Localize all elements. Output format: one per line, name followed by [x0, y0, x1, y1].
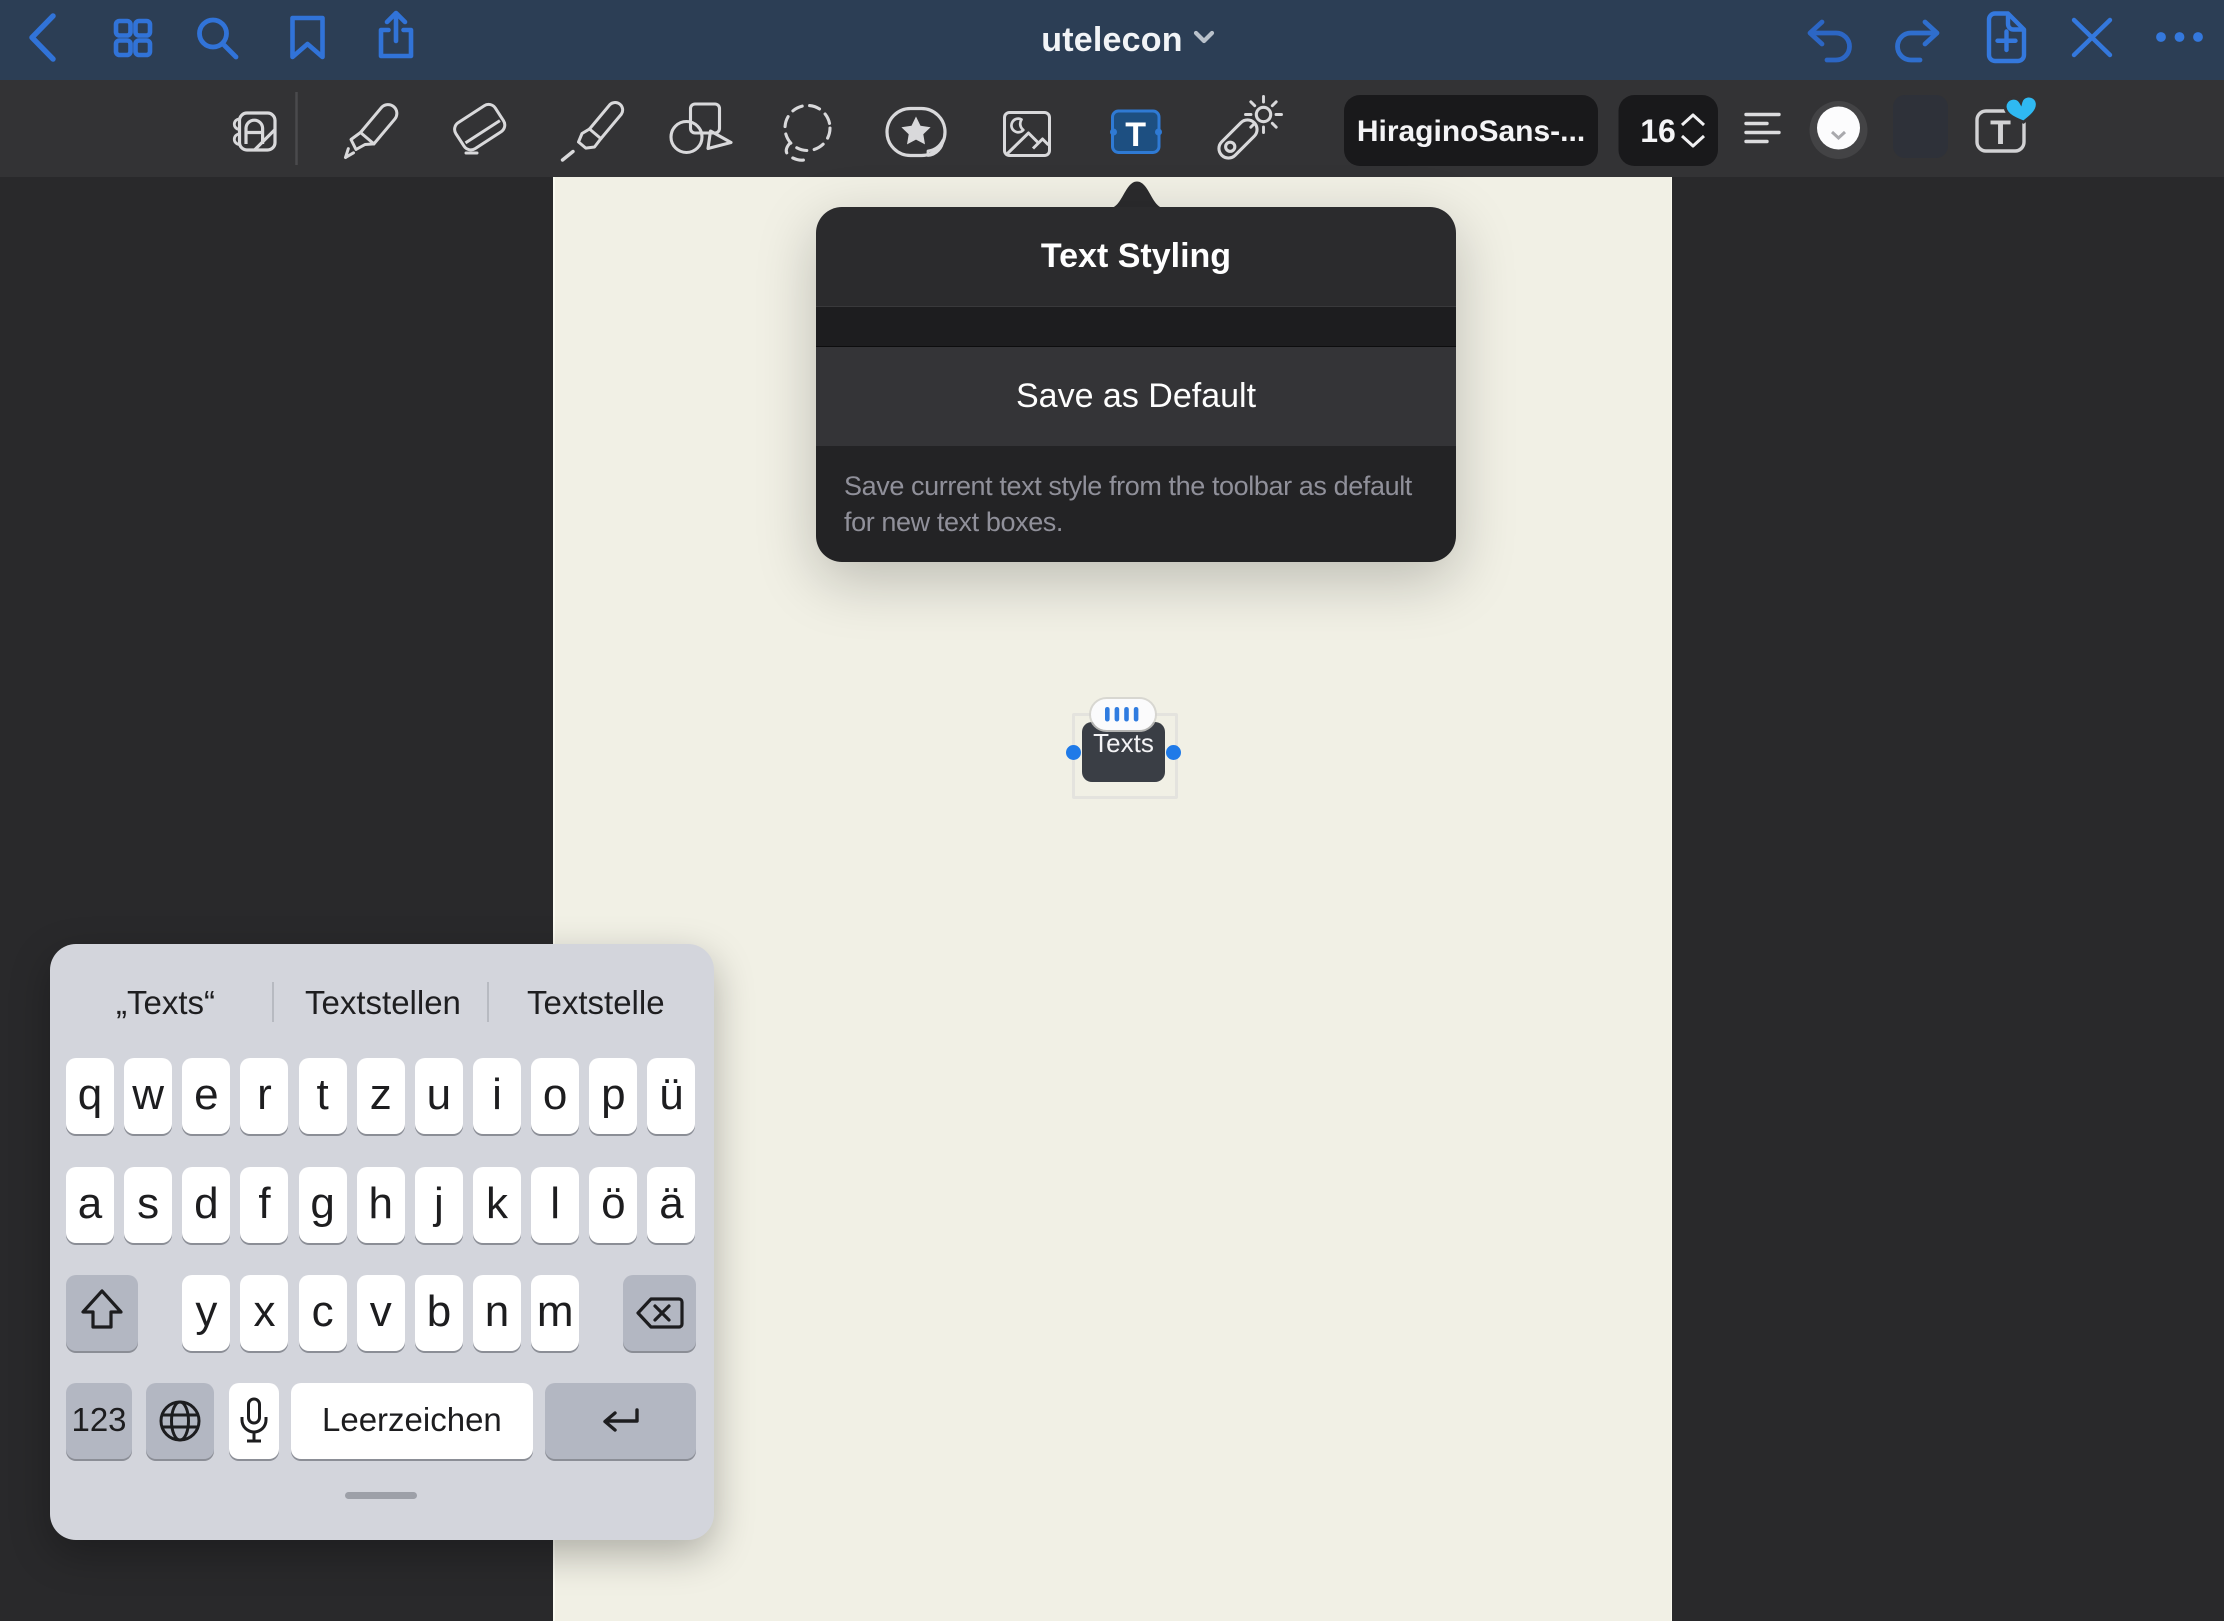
svg-text:16: 16 [1640, 113, 1676, 149]
svg-text:T: T [1990, 114, 2011, 152]
svg-text:T: T [1125, 116, 1146, 154]
svg-text:HiraginoSans-...: HiraginoSans-... [1357, 115, 1585, 148]
